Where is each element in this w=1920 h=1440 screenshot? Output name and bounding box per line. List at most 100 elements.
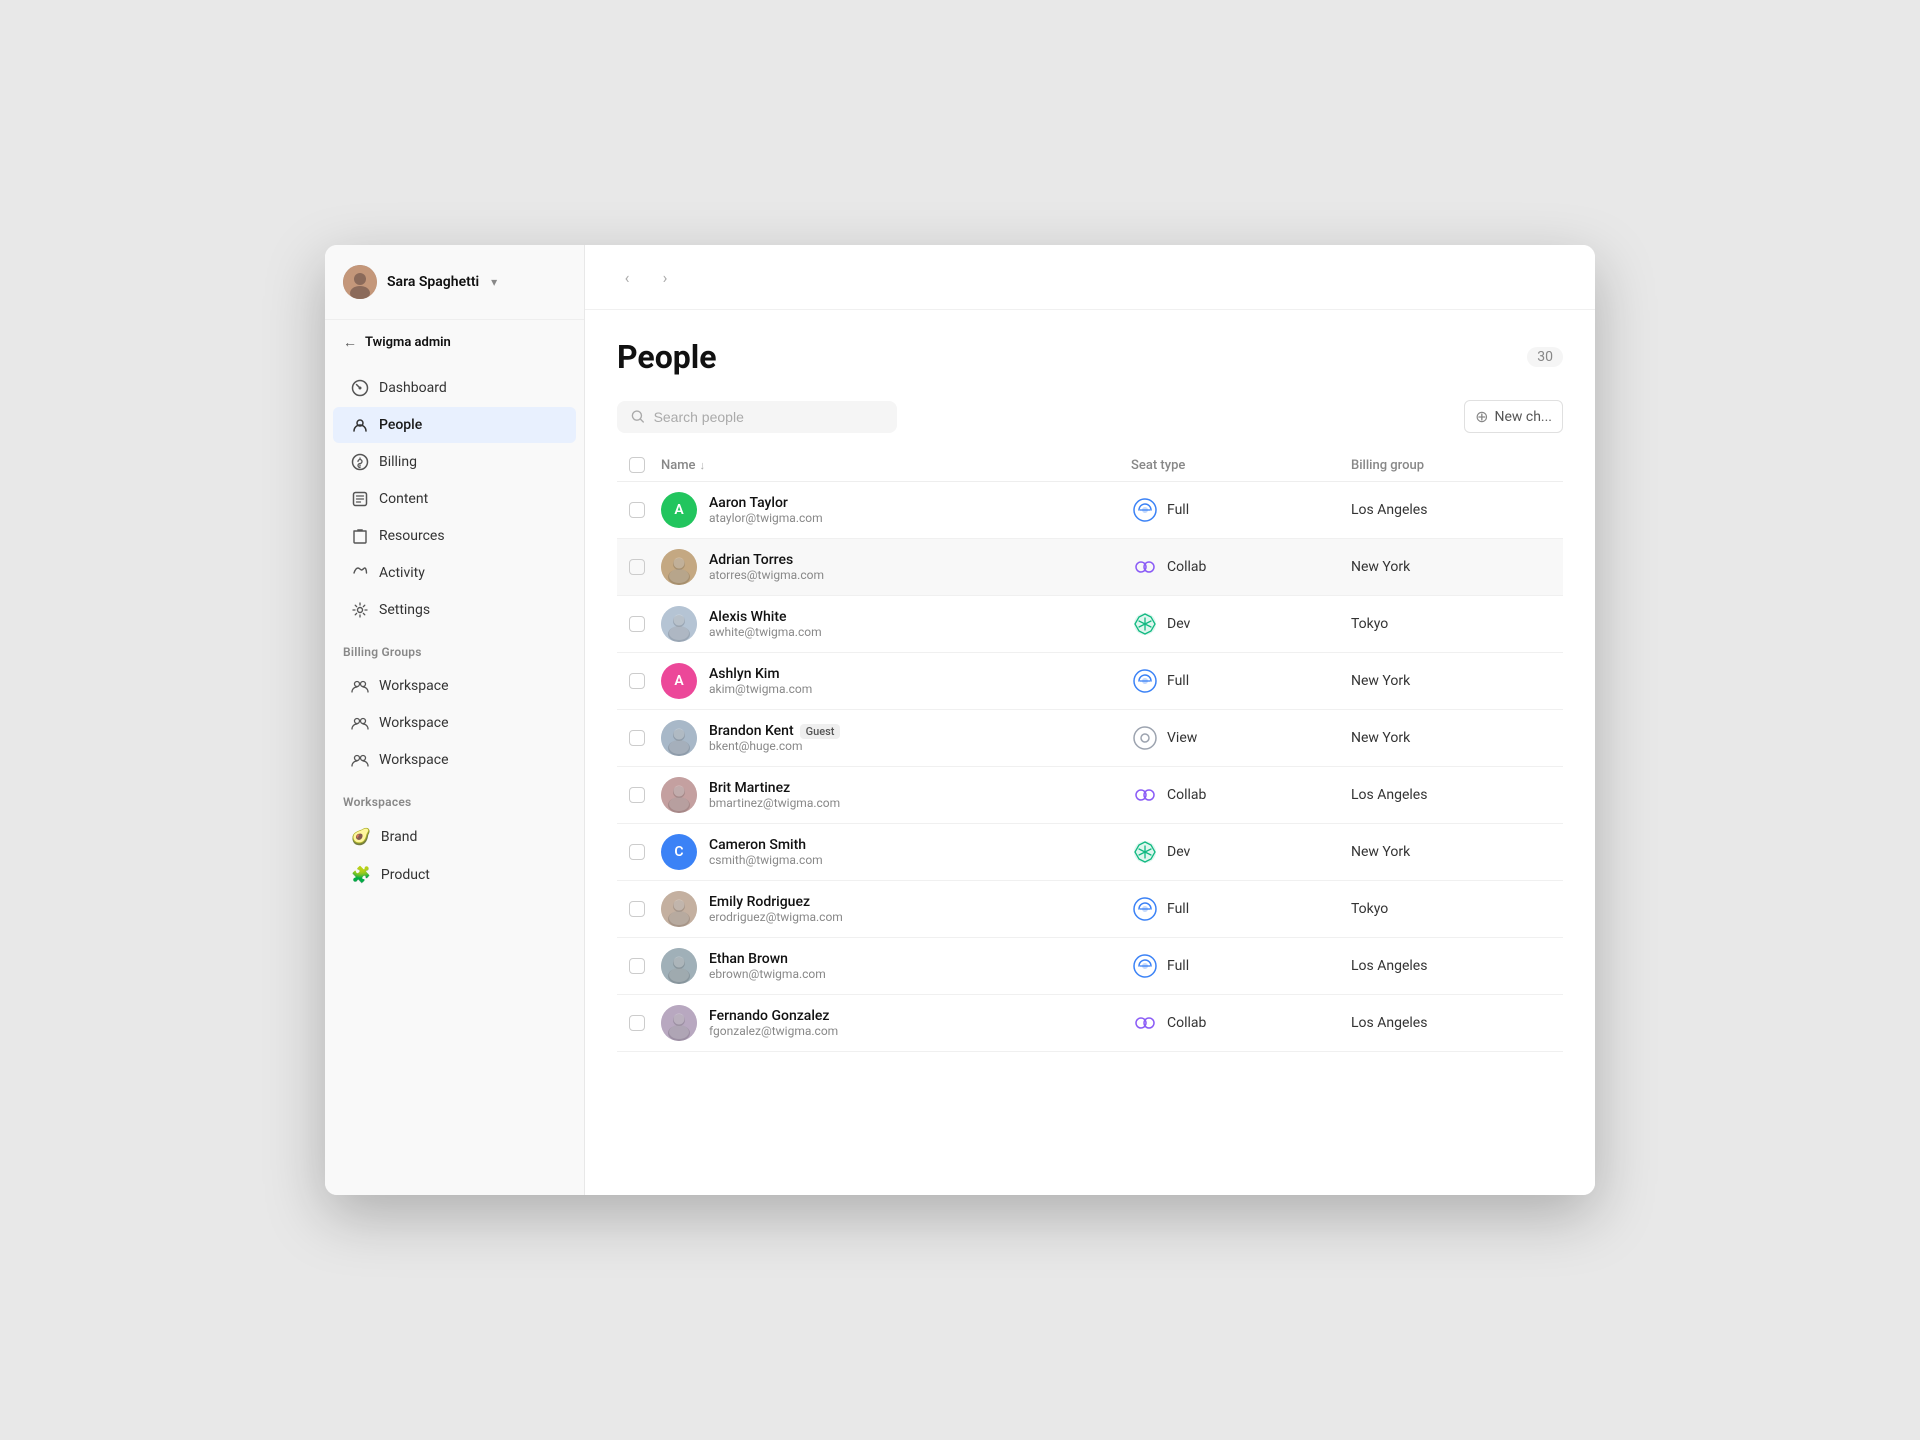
- seat-type-label: Collab: [1167, 559, 1206, 575]
- new-channel-button[interactable]: ⊕ New ch...: [1464, 400, 1563, 433]
- back-arrow[interactable]: ‹: [613, 263, 641, 291]
- seat-type-cell: Collab: [1131, 781, 1351, 809]
- person-email: akim@twigma.com: [709, 682, 812, 696]
- back-nav[interactable]: ← Twigma admin: [325, 320, 584, 365]
- sidebar-item-content[interactable]: Content: [333, 481, 576, 517]
- select-all-checkbox[interactable]: [629, 457, 661, 473]
- table-row[interactable]: A Aaron Taylor ataylor@twigma.com Full L…: [617, 482, 1563, 539]
- table-row[interactable]: Adrian Torres atorres@twigma.com Collab …: [617, 539, 1563, 596]
- dashboard-icon: [351, 379, 369, 397]
- table-row[interactable]: C Cameron Smith csmith@twigma.com Dev Ne…: [617, 824, 1563, 881]
- forward-arrow[interactable]: ›: [651, 263, 679, 291]
- seat-type-cell: Dev: [1131, 610, 1351, 638]
- row-checkbox[interactable]: [629, 787, 661, 803]
- person-email: awhite@twigma.com: [709, 625, 822, 639]
- person-info: Adrian Torres atorres@twigma.com: [709, 552, 824, 582]
- avatar: [661, 549, 697, 585]
- person-name: Emily Rodriguez: [709, 894, 843, 910]
- sidebar-item-settings[interactable]: Settings: [333, 592, 576, 628]
- col-seat-type: Seat type: [1131, 458, 1351, 473]
- content-icon: [351, 490, 369, 508]
- avatar: [661, 720, 697, 756]
- billing-group-cell: Los Angeles: [1351, 958, 1551, 974]
- activity-label: Activity: [379, 565, 425, 581]
- row-checkbox[interactable]: [629, 901, 661, 917]
- seat-type-label: Collab: [1167, 1015, 1206, 1031]
- sidebar-item-activity[interactable]: Activity: [333, 555, 576, 591]
- nav-section: Dashboard People Billing: [325, 365, 584, 633]
- table-rows: A Aaron Taylor ataylor@twigma.com Full L…: [617, 482, 1563, 1052]
- table-row[interactable]: A Ashlyn Kim akim@twigma.com Full New Yo…: [617, 653, 1563, 710]
- person-email: atorres@twigma.com: [709, 568, 824, 582]
- sidebar-item-dashboard[interactable]: Dashboard: [333, 370, 576, 406]
- table-row[interactable]: Alexis White awhite@twigma.com Dev Tokyo: [617, 596, 1563, 653]
- table-row[interactable]: Ethan Brown ebrown@twigma.com Full Los A…: [617, 938, 1563, 995]
- seat-type-icon: [1131, 895, 1159, 923]
- page-title: People: [617, 338, 717, 376]
- workspace-product[interactable]: 🧩 Product: [333, 856, 576, 893]
- avatar: [661, 777, 697, 813]
- row-checkbox[interactable]: [629, 502, 661, 518]
- workspaces-section: 🥑 Brand 🧩 Product: [325, 813, 584, 898]
- seat-type-icon: [1131, 952, 1159, 980]
- person-info: Ashlyn Kim akim@twigma.com: [709, 666, 812, 696]
- sidebar-header[interactable]: Sara Spaghetti ▾: [325, 245, 584, 320]
- billing-group-cell: New York: [1351, 559, 1551, 575]
- billing-group-workspace-1[interactable]: Workspace: [333, 668, 576, 704]
- person-email: fgonzalez@twigma.com: [709, 1024, 838, 1038]
- new-channel-label: New ch...: [1494, 409, 1552, 425]
- avatar: A: [661, 492, 697, 528]
- workspace-group-icon: [351, 677, 369, 695]
- workspace-brand[interactable]: 🥑 Brand: [333, 818, 576, 855]
- row-checkbox[interactable]: [629, 958, 661, 974]
- search-input[interactable]: [654, 409, 883, 425]
- brand-label: Brand: [381, 829, 417, 845]
- content-label: Content: [379, 491, 428, 507]
- person-cell: Brandon Kent Guest bkent@huge.com: [661, 720, 1131, 756]
- person-info: Cameron Smith csmith@twigma.com: [709, 837, 823, 867]
- person-email: erodriguez@twigma.com: [709, 910, 843, 924]
- billing-group-cell: Los Angeles: [1351, 787, 1551, 803]
- sidebar-item-people[interactable]: People: [333, 407, 576, 443]
- sidebar-item-billing[interactable]: Billing: [333, 444, 576, 480]
- row-checkbox[interactable]: [629, 730, 661, 746]
- person-email: bkent@huge.com: [709, 739, 840, 753]
- workspace-3-label: Workspace: [379, 752, 449, 768]
- person-info: Aaron Taylor ataylor@twigma.com: [709, 495, 823, 525]
- person-info: Emily Rodriguez erodriguez@twigma.com: [709, 894, 843, 924]
- row-checkbox[interactable]: [629, 616, 661, 632]
- row-checkbox[interactable]: [629, 673, 661, 689]
- search-box[interactable]: [617, 401, 897, 433]
- seat-type-label: Collab: [1167, 787, 1206, 803]
- row-checkbox[interactable]: [629, 844, 661, 860]
- person-email: ataylor@twigma.com: [709, 511, 823, 525]
- table-row[interactable]: Emily Rodriguez erodriguez@twigma.com Fu…: [617, 881, 1563, 938]
- row-checkbox[interactable]: [629, 559, 661, 575]
- billing-group-cell: Los Angeles: [1351, 1015, 1551, 1031]
- billing-group-cell: New York: [1351, 730, 1551, 746]
- sort-icon: ↓: [700, 459, 706, 472]
- seat-type-icon: [1131, 781, 1159, 809]
- billing-groups-title: Billing Groups: [325, 633, 584, 663]
- workspace-2-label: Workspace: [379, 715, 449, 731]
- search-icon: [631, 409, 646, 425]
- billing-label: Billing: [379, 454, 417, 470]
- workspaces-title: Workspaces: [325, 783, 584, 813]
- sidebar-item-resources[interactable]: Resources: [333, 518, 576, 554]
- plus-icon: ⊕: [1475, 407, 1488, 426]
- billing-group-cell: Tokyo: [1351, 616, 1551, 632]
- people-icon: [351, 416, 369, 434]
- table-row[interactable]: Fernando Gonzalez fgonzalez@twigma.com C…: [617, 995, 1563, 1052]
- row-checkbox[interactable]: [629, 1015, 661, 1031]
- billing-group-workspace-2[interactable]: Workspace: [333, 705, 576, 741]
- seat-type-cell: Full: [1131, 496, 1351, 524]
- person-name: Ashlyn Kim: [709, 666, 812, 682]
- billing-group-workspace-3[interactable]: Workspace: [333, 742, 576, 778]
- person-name: Adrian Torres: [709, 552, 824, 568]
- billing-icon: [351, 453, 369, 471]
- billing-group-cell: Los Angeles: [1351, 502, 1551, 518]
- seat-type-label: Dev: [1167, 616, 1190, 632]
- table-row[interactable]: Brit Martinez bmartinez@twigma.com Colla…: [617, 767, 1563, 824]
- table-row[interactable]: Brandon Kent Guest bkent@huge.com View N…: [617, 710, 1563, 767]
- billing-group-cell: Tokyo: [1351, 901, 1551, 917]
